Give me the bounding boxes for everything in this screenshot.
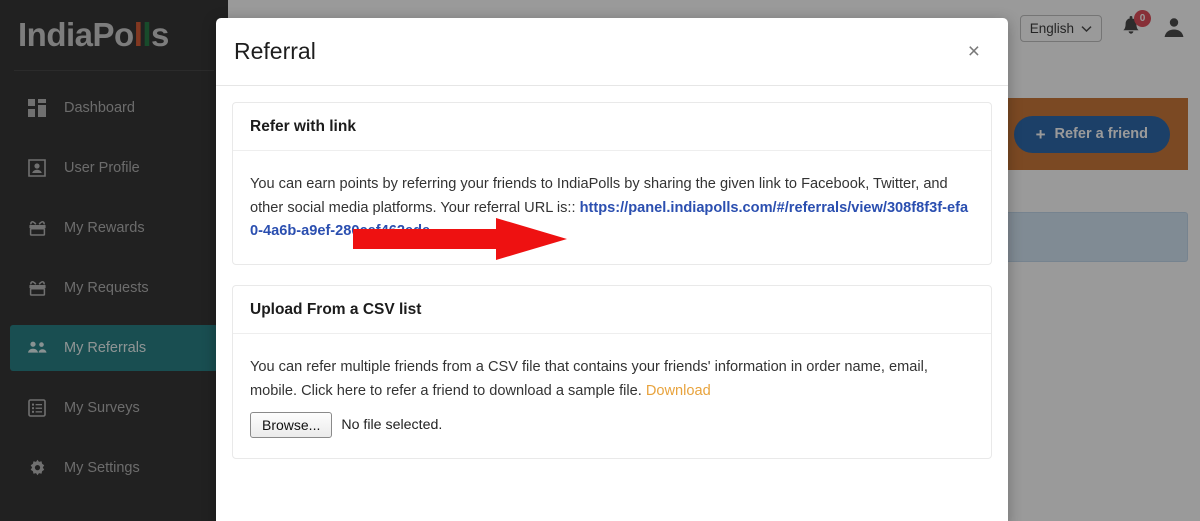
csv-file-input[interactable]: Browse... No file selected. (250, 412, 974, 439)
modal-header: Referral × (216, 18, 1008, 86)
file-status-label: No file selected. (341, 417, 443, 434)
upload-csv-body: You can refer multiple friends from a CS… (233, 334, 991, 458)
upload-csv-description: You can refer multiple friends from a CS… (250, 358, 928, 399)
referral-modal: Referral × Refer with link You can earn … (216, 18, 1008, 521)
upload-csv-heading: Upload From a CSV list (233, 286, 991, 334)
upload-csv-card: Upload From a CSV list You can refer mul… (232, 284, 992, 460)
refer-with-link-body: You can earn points by referring your fr… (233, 151, 991, 264)
close-icon[interactable]: × (962, 37, 986, 66)
app-root: IndiaPolls Dashboard User Profile My Rew… (0, 0, 1200, 521)
red-arrow-annotation (353, 218, 567, 260)
upload-csv-text: You can refer multiple friends from a CS… (250, 356, 974, 403)
refer-with-link-heading: Refer with link (233, 103, 991, 151)
browse-button[interactable]: Browse... (250, 412, 333, 439)
refer-with-link-card: Refer with link You can earn points by r… (232, 102, 992, 265)
page-title: Referral (234, 38, 316, 64)
modal-body: Refer with link You can earn points by r… (216, 86, 1008, 460)
download-sample-link[interactable]: Download (646, 383, 711, 399)
